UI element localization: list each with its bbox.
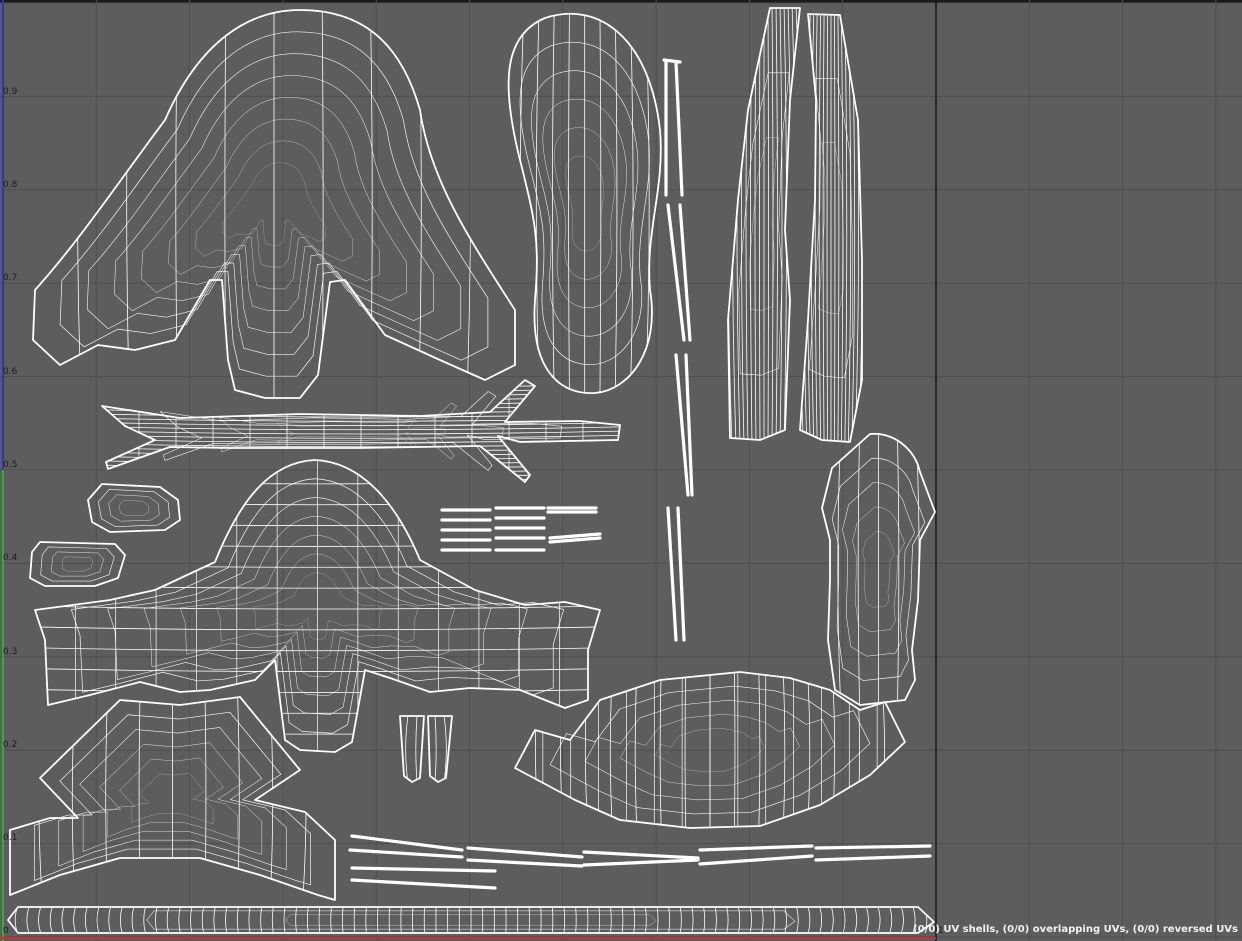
sole-lower-shell-edges (837, 433, 920, 705)
v-tick-label: 0.9 (3, 87, 18, 97)
uv-editor-viewport[interactable]: 0.9 0.8 0.7 0.6 0.5 0.4 0.3 0.2 0.1 0 1 … (0, 0, 1242, 941)
eye-patch-upper-shell-edge-loop (98, 489, 170, 527)
sole-upper-shell-edges (519, 13, 650, 394)
small-strips-shell[interactable] (440, 506, 602, 552)
v-tick-label: 0.3 (3, 647, 18, 657)
fingers-shell-border (399, 715, 453, 783)
uv-status-text: (0/0) UV shells, (0/0) overlapping UVs, … (913, 924, 1238, 935)
thin-strip-shell-segment (666, 506, 678, 642)
belt-strips-shell-segment (350, 834, 464, 852)
belt-strips-shell-segment (582, 858, 700, 867)
thin-strip-shell-segment (674, 60, 684, 197)
shirt-back-shell[interactable] (32, 5, 516, 403)
belt-strips-shell-segment (698, 844, 814, 852)
leg-left-shell[interactable] (727, 3, 801, 445)
v-tick-label: 0.7 (3, 273, 18, 283)
bottom-band-shell[interactable] (7, 902, 935, 938)
collar-shell[interactable] (9, 692, 336, 905)
eye-patch-upper-shell[interactable] (87, 483, 181, 533)
belt-strips-shell-segment (698, 854, 814, 866)
leg-left-shell-edges (728, 8, 800, 440)
v-tick-label: 0.6 (3, 367, 18, 377)
v-tick-label: 0.2 (3, 740, 18, 750)
fingers-shell[interactable] (399, 711, 453, 787)
v-tick-label: 0.8 (3, 180, 18, 190)
eye-patch-upper-shell-edge-loop (118, 500, 150, 516)
belt-strips-shell-segment (348, 848, 464, 859)
eye-patch-lower-shell-edge-loop (51, 551, 104, 577)
sole-lower-shell[interactable] (821, 429, 936, 710)
eye-patch-upper-shell-edge-loop (108, 494, 160, 522)
thin-strip-shell[interactable] (662, 58, 694, 642)
belt-strips-shell-segment (466, 858, 584, 868)
eye-patch-lower-shell[interactable] (29, 541, 126, 587)
eye-patch-lower-shell-border (29, 541, 126, 587)
sole-upper-shell[interactable] (507, 9, 662, 398)
belt-strips-shell-segment (466, 846, 584, 859)
v-tick-label: 0.5 (3, 460, 18, 470)
uv-canvas[interactable] (0, 0, 1242, 941)
belt-strips-shell-segment (582, 850, 700, 860)
belt-strips-shell-segment (350, 866, 497, 873)
fingers-shell-edges (405, 716, 447, 782)
leg-right-shell-edges (800, 14, 862, 442)
shirt-front-shell-edges (35, 460, 600, 752)
v-tick-label: 0 (3, 926, 9, 936)
leg-right-shell[interactable] (799, 9, 863, 447)
thin-strip-shell-segment (676, 506, 686, 642)
belt-strips-shell-segment (814, 844, 932, 850)
uv-grid (0, 0, 1242, 941)
v-tick-label: 0.4 (3, 553, 18, 563)
belt-strips-shell-segment (814, 854, 932, 862)
collar-shell-edges (38, 697, 307, 900)
shirt-front-shell[interactable] (30, 455, 605, 757)
v-tick-label: 0.1 (3, 833, 18, 843)
eye-patch-upper-shell-border (87, 483, 181, 533)
eye-patch-lower-shell-edge-loop (61, 556, 94, 572)
belt-strips-shell-segment (350, 878, 497, 890)
